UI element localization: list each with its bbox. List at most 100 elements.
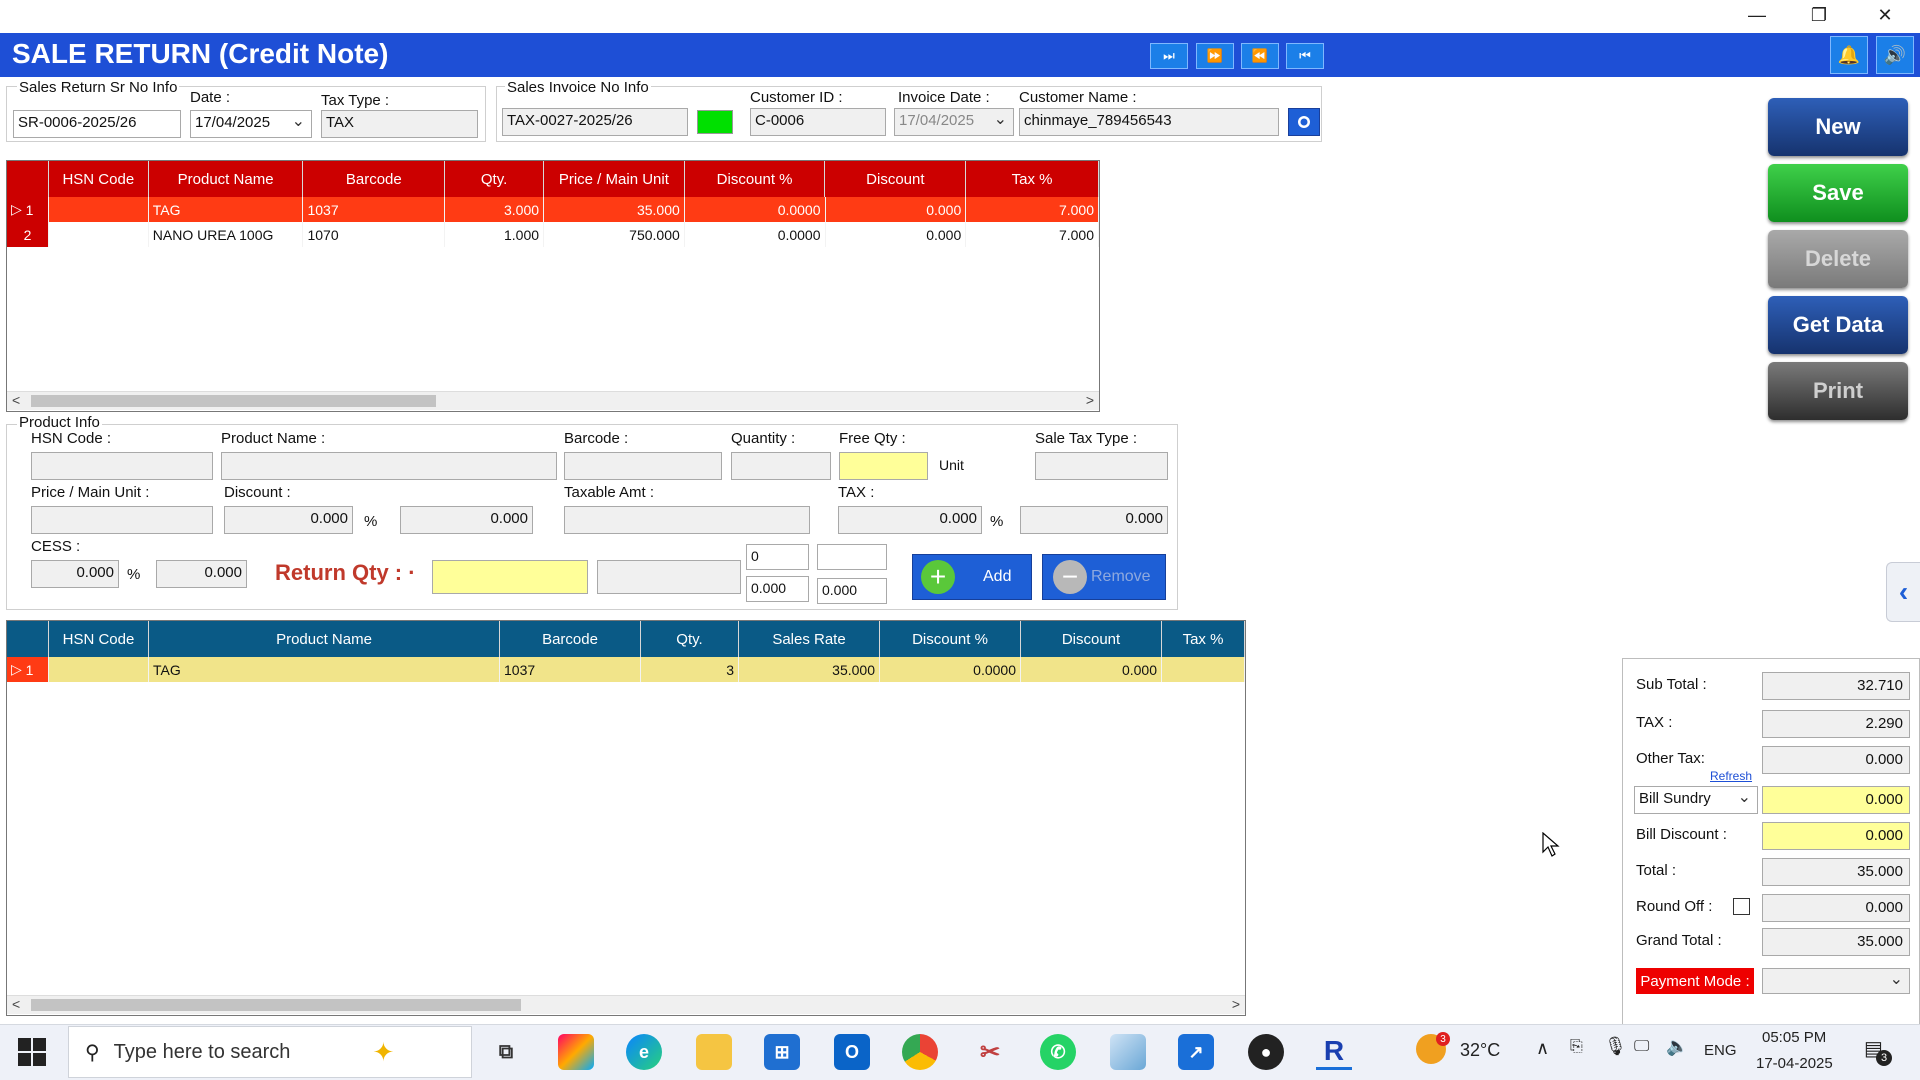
- table-row[interactable]: ▷ 1 TAG 1037 3 35.000 0.0000 0.000: [7, 657, 1245, 682]
- table-row[interactable]: 2 NANO UREA 100G 1070 1.000 750.000 0.00…: [7, 222, 1099, 247]
- col-barcode[interactable]: Barcode: [500, 621, 641, 657]
- tax-type-field[interactable]: TAX: [321, 110, 478, 138]
- col-hsn-code[interactable]: HSN Code: [49, 621, 149, 657]
- nav-next-icon[interactable]: ⏩: [1196, 43, 1234, 69]
- tax-pct-field[interactable]: 0.000: [838, 506, 982, 534]
- col-barcode[interactable]: Barcode: [303, 161, 446, 197]
- other-tax-field[interactable]: 0.000: [1762, 746, 1910, 774]
- nav-last-icon[interactable]: ⏭: [1150, 43, 1188, 69]
- sr-no-field[interactable]: SR-0006-2025/26: [13, 110, 181, 138]
- table-row[interactable]: ▷ 1 TAG 1037 3.000 35.000 0.0000 0.000 7…: [7, 197, 1099, 222]
- save-button[interactable]: Save: [1768, 164, 1908, 222]
- discount-pct-field[interactable]: 0.000: [224, 506, 353, 534]
- col-product-name[interactable]: Product Name: [149, 621, 500, 657]
- weather-temp[interactable]: 32°C: [1460, 1040, 1500, 1061]
- col-price[interactable]: Price / Main Unit: [544, 161, 685, 197]
- chevron-up-icon[interactable]: ∧: [1536, 1038, 1549, 1059]
- clock-date[interactable]: 17-04-2025: [1756, 1055, 1833, 1072]
- small-aux-field[interactable]: [817, 544, 887, 570]
- erp-app-icon[interactable]: R: [1316, 1034, 1352, 1070]
- col-discount[interactable]: Discount: [1021, 621, 1162, 657]
- col-discount-pct[interactable]: Discount %: [685, 161, 826, 197]
- invoice-grid-scrollbar[interactable]: < >: [7, 391, 1099, 410]
- sub-total-field[interactable]: 32.710: [1762, 672, 1910, 700]
- return-qty-field[interactable]: [432, 560, 588, 594]
- nav-first-icon[interactable]: ⏮: [1286, 43, 1324, 69]
- scrollbar-thumb[interactable]: [31, 395, 436, 407]
- scroll-right-icon[interactable]: >: [1232, 996, 1240, 1012]
- outlook-icon[interactable]: O: [834, 1034, 870, 1070]
- col-discount-pct[interactable]: Discount %: [880, 621, 1021, 657]
- cess-pct-field[interactable]: 0.000: [31, 560, 119, 588]
- close-button[interactable]: ✕: [1862, 0, 1908, 30]
- clock-time[interactable]: 05:05 PM: [1762, 1029, 1826, 1046]
- device-icon[interactable]: ⎘: [1570, 1038, 1583, 1056]
- payment-mode-select[interactable]: [1762, 968, 1910, 994]
- tax-total-field[interactable]: 2.290: [1762, 710, 1910, 738]
- remote-app-icon[interactable]: ↗: [1178, 1034, 1214, 1070]
- copilot-sparkle-icon[interactable]: ✦: [372, 1037, 394, 1068]
- invoice-no-field[interactable]: TAX-0027-2025/26: [502, 108, 688, 136]
- microsoft-store-icon[interactable]: ⊞: [764, 1034, 800, 1070]
- copilot-app-icon[interactable]: [558, 1034, 594, 1070]
- col-product-name[interactable]: Product Name: [149, 161, 304, 197]
- product-name-field[interactable]: [221, 452, 557, 480]
- col-qty[interactable]: Qty.: [641, 621, 739, 657]
- snipping-tool-icon[interactable]: ✂: [972, 1034, 1008, 1070]
- return-grid-scrollbar[interactable]: < >: [7, 995, 1245, 1014]
- bill-sundry-select[interactable]: Bill Sundry: [1634, 786, 1758, 814]
- whatsapp-icon[interactable]: ✆: [1040, 1034, 1076, 1070]
- refresh-link[interactable]: Refresh: [1710, 769, 1752, 783]
- cess-amt-field[interactable]: 0.000: [156, 560, 247, 588]
- notepad-icon[interactable]: [1110, 1034, 1146, 1070]
- total-field[interactable]: 35.000: [1762, 858, 1910, 886]
- file-explorer-icon[interactable]: [696, 1034, 732, 1070]
- col-tax-pct[interactable]: Tax %: [1162, 621, 1245, 657]
- scroll-right-icon[interactable]: >: [1086, 392, 1094, 408]
- free-qty-field[interactable]: [839, 452, 928, 480]
- customer-id-field[interactable]: C-0006: [750, 108, 886, 136]
- minimize-button[interactable]: —: [1734, 0, 1780, 30]
- taskbar-search-box[interactable]: ⚲ Type here to search ✦: [68, 1026, 472, 1078]
- volume-icon[interactable]: 🔈: [1666, 1036, 1688, 1057]
- barcode-field[interactable]: [564, 452, 722, 480]
- remove-button[interactable]: − Remove: [1042, 554, 1166, 600]
- taxable-amt-field[interactable]: [564, 506, 810, 534]
- invoice-date-picker[interactable]: 17/04/2025: [894, 108, 1014, 136]
- col-discount[interactable]: Discount: [825, 161, 967, 197]
- nav-prev-icon[interactable]: ⏪: [1241, 43, 1279, 69]
- bill-discount-field[interactable]: 0.000: [1762, 822, 1910, 850]
- network-icon[interactable]: 🖵: [1634, 1038, 1649, 1056]
- sale-tax-type-field[interactable]: [1035, 452, 1168, 480]
- chrome-icon[interactable]: [902, 1034, 938, 1070]
- print-button[interactable]: Print: [1768, 362, 1908, 420]
- col-sales-rate[interactable]: Sales Rate: [739, 621, 880, 657]
- task-view-icon[interactable]: ⧉: [488, 1034, 524, 1070]
- round-off-checkbox[interactable]: [1733, 898, 1750, 915]
- bill-sundry-field[interactable]: 0.000: [1762, 786, 1910, 814]
- scroll-left-icon[interactable]: <: [12, 392, 20, 408]
- speaker-icon[interactable]: 🔊: [1876, 36, 1914, 74]
- col-tax-pct[interactable]: Tax %: [966, 161, 1099, 197]
- round-off-field[interactable]: 0.000: [1762, 894, 1910, 922]
- windows-start-icon[interactable]: [18, 1038, 46, 1066]
- get-data-button[interactable]: Get Data: [1768, 296, 1908, 354]
- customer-name-field[interactable]: chinmaye_789456543: [1019, 108, 1279, 136]
- discount-amt-field[interactable]: 0.000: [400, 506, 533, 534]
- bell-icon[interactable]: 🔔: [1830, 36, 1868, 74]
- hsn-field[interactable]: [31, 452, 213, 480]
- return-qty-unit-field[interactable]: [597, 560, 741, 594]
- date-picker[interactable]: 17/04/2025: [190, 110, 312, 138]
- scroll-left-icon[interactable]: <: [12, 996, 20, 1012]
- small-amount-field[interactable]: 0.000: [817, 578, 887, 604]
- col-qty[interactable]: Qty.: [445, 161, 544, 197]
- col-hsn-code[interactable]: HSN Code: [49, 161, 149, 197]
- return-items-grid[interactable]: HSN Code Product Name Barcode Qty. Sales…: [6, 620, 1246, 1016]
- delete-button[interactable]: Delete: [1768, 230, 1908, 288]
- add-button[interactable]: + Add: [912, 554, 1032, 600]
- price-field[interactable]: [31, 506, 213, 534]
- new-button[interactable]: New: [1768, 98, 1908, 156]
- restore-button[interactable]: ❐: [1796, 0, 1842, 30]
- language-indicator[interactable]: ENG: [1704, 1042, 1737, 1059]
- collapse-panel-icon[interactable]: ‹: [1886, 562, 1920, 622]
